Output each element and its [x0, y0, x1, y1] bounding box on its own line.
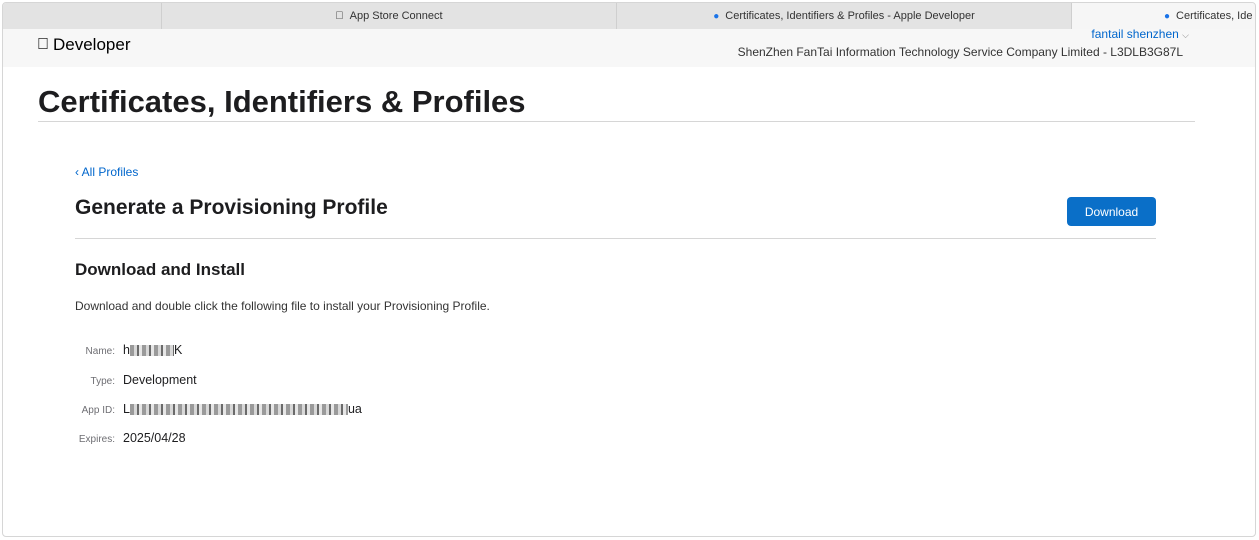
expires-label: Expires:	[78, 434, 115, 445]
name-value-start: h	[123, 343, 130, 357]
tab-label: Certificates, Identifiers & Profiles - A…	[725, 10, 975, 22]
app-id-label: App ID:	[81, 405, 115, 416]
tab-certificates-active[interactable]: ● Certificates, Ide	[1071, 3, 1255, 29]
apple-logo-icon: 	[37, 36, 49, 54]
developer-header:  Developer fantail shenzhen ⌵ ShenZhen …	[3, 27, 1255, 67]
browser-window:  App Store Connect ● Certificates, Iden…	[2, 2, 1256, 537]
page-title: Certificates, Identifiers & Profiles	[38, 84, 526, 119]
brand-label: Developer	[41, 35, 131, 54]
app-id-value-end: ua	[347, 402, 362, 416]
tab-certificates[interactable]: ● Certificates, Identifiers & Profiles -…	[616, 3, 1071, 29]
expires-value: 2025/04/28	[123, 431, 186, 445]
user-name: fantail shenzhen	[1091, 27, 1179, 41]
apple-developer-icon: ●	[1164, 10, 1171, 22]
team-name: ShenZhen FanTai Information Technology S…	[737, 45, 1183, 59]
apple-icon: 	[335, 10, 343, 22]
tab-label: Certificates, Ide	[1176, 10, 1253, 22]
section-title: Generate a Provisioning Profile	[75, 196, 388, 219]
download-button[interactable]: Download	[1067, 197, 1156, 226]
redacted-text	[129, 345, 174, 357]
title-divider	[38, 121, 1195, 122]
type-value: Development	[123, 373, 197, 387]
apple-developer-icon: ●	[713, 10, 720, 22]
install-description: Download and double click the following …	[75, 299, 490, 313]
expires-row: Expires: 2025/04/28	[75, 431, 186, 445]
all-profiles-link[interactable]: ‹ All Profiles	[75, 165, 138, 179]
name-label: Name:	[85, 346, 115, 357]
app-id-value-start: L	[123, 402, 130, 416]
type-row: Type: Development	[75, 373, 197, 387]
tab-blank[interactable]	[3, 3, 161, 29]
redacted-text	[129, 404, 348, 416]
chevron-down-icon: ⌵	[1182, 30, 1189, 40]
type-label: Type:	[90, 376, 115, 387]
app-id-row: App ID: Lua	[75, 402, 362, 416]
tab-app-store-connect[interactable]:  App Store Connect	[161, 3, 616, 29]
name-value-end: K	[173, 343, 183, 357]
tab-label: App Store Connect	[345, 10, 443, 22]
name-value: hK	[123, 343, 182, 357]
tab-bar:  App Store Connect ● Certificates, Iden…	[3, 3, 1255, 30]
section-divider	[75, 238, 1156, 239]
download-install-heading: Download and Install	[75, 260, 246, 279]
name-row: Name: hK	[75, 343, 183, 357]
app-id-value: Lua	[123, 402, 362, 416]
developer-logo[interactable]:  Developer	[37, 35, 131, 55]
account-menu[interactable]: fantail shenzhen ⌵	[1091, 27, 1189, 41]
